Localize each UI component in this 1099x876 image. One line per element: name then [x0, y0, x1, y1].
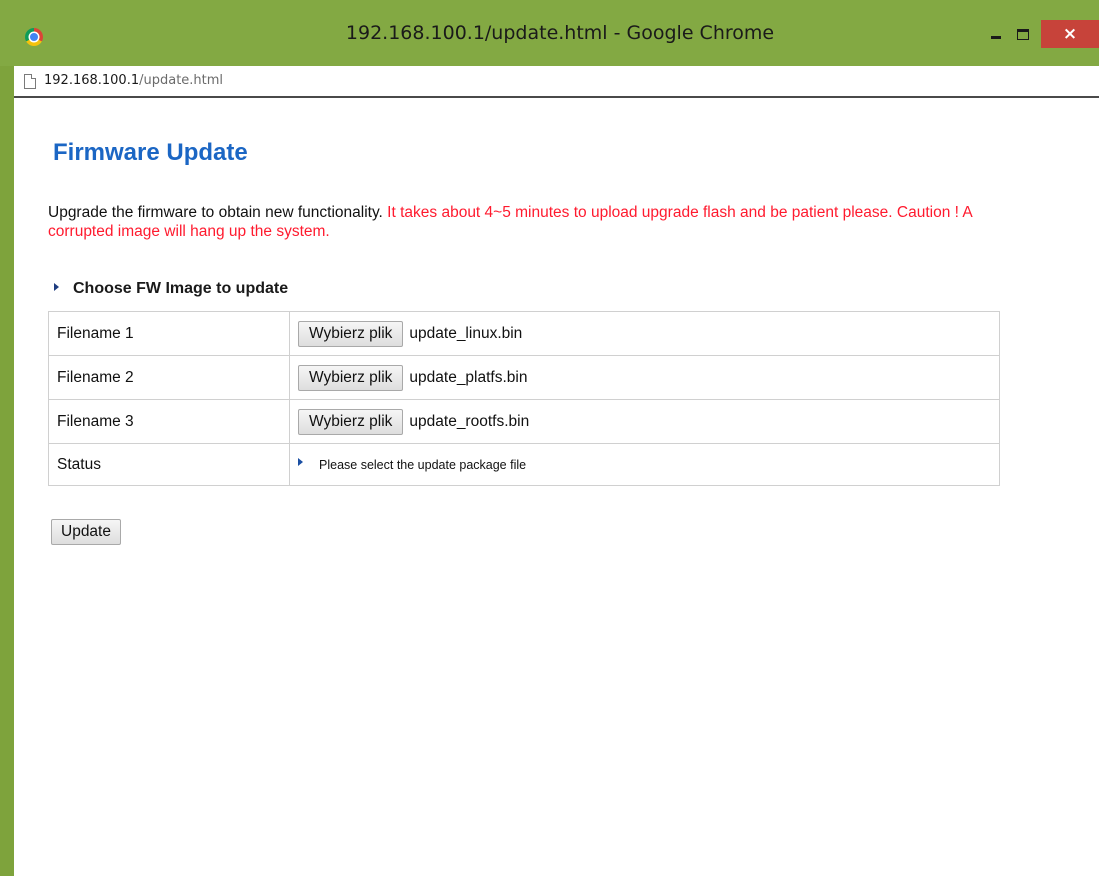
triangle-right-icon	[54, 282, 59, 291]
url-host: 192.168.100.1	[44, 73, 140, 88]
status-label: Status	[48, 443, 290, 486]
title-bar[interactable]: 192.168.100.1/update.html - Google Chrom…	[0, 0, 1099, 66]
row-label: Filename 3	[48, 399, 290, 444]
page-content: Firmware Update Upgrade the firmware to …	[14, 98, 1099, 876]
table-row: Filename 1 Wybierz plik update_linux.bin	[48, 311, 1000, 356]
file-cell: Wybierz plik update_linux.bin	[289, 311, 1000, 356]
address-bar[interactable]: 192.168.100.1/update.html	[14, 66, 1099, 98]
update-button[interactable]: Update	[51, 519, 121, 545]
choose-file-button-3[interactable]: Wybierz plik	[298, 408, 404, 435]
table-row: Filename 3 Wybierz plik update_rootfs.bin	[48, 399, 1000, 444]
url[interactable]: 192.168.100.1/update.html	[44, 73, 223, 88]
choose-file-button-1[interactable]: Wybierz plik	[298, 320, 404, 347]
row-label: Filename 2	[48, 355, 290, 400]
close-icon[interactable]: ×	[1041, 20, 1099, 48]
maximize-icon[interactable]	[1013, 24, 1035, 44]
table-row: Filename 2 Wybierz plik update_platfs.bin	[48, 355, 1000, 400]
description: Upgrade the firmware to obtain new funct…	[48, 203, 1008, 241]
url-path: /update.html	[139, 73, 224, 88]
chrome-icon[interactable]	[25, 28, 43, 46]
row-label: Filename 1	[48, 311, 290, 356]
status-row: Status Please select the update package …	[48, 443, 1000, 486]
page-icon	[24, 74, 36, 89]
status-text: Please select the update package file	[319, 457, 527, 472]
selected-filename: update_rootfs.bin	[409, 412, 530, 430]
choose-file-button-2[interactable]: Wybierz plik	[298, 364, 404, 391]
status-cell: Please select the update package file	[289, 443, 1000, 486]
section-title: Choose FW Image to update	[73, 280, 289, 297]
minimize-icon[interactable]	[986, 24, 1006, 44]
triangle-right-icon	[298, 458, 303, 467]
section-heading: Choose FW Image to update	[54, 280, 288, 298]
file-cell: Wybierz plik update_rootfs.bin	[289, 399, 1000, 444]
selected-filename: update_linux.bin	[409, 324, 523, 342]
firmware-table: Filename 1 Wybierz plik update_linux.bin …	[48, 311, 1000, 486]
file-cell: Wybierz plik update_platfs.bin	[289, 355, 1000, 400]
description-text: Upgrade the firmware to obtain new funct…	[48, 204, 383, 221]
browser-window: 192.168.100.1/update.html - Google Chrom…	[0, 0, 1099, 876]
window-title: 192.168.100.1/update.html - Google Chrom…	[345, 22, 775, 44]
page-title: Firmware Update	[53, 139, 248, 166]
selected-filename: update_platfs.bin	[409, 368, 528, 386]
